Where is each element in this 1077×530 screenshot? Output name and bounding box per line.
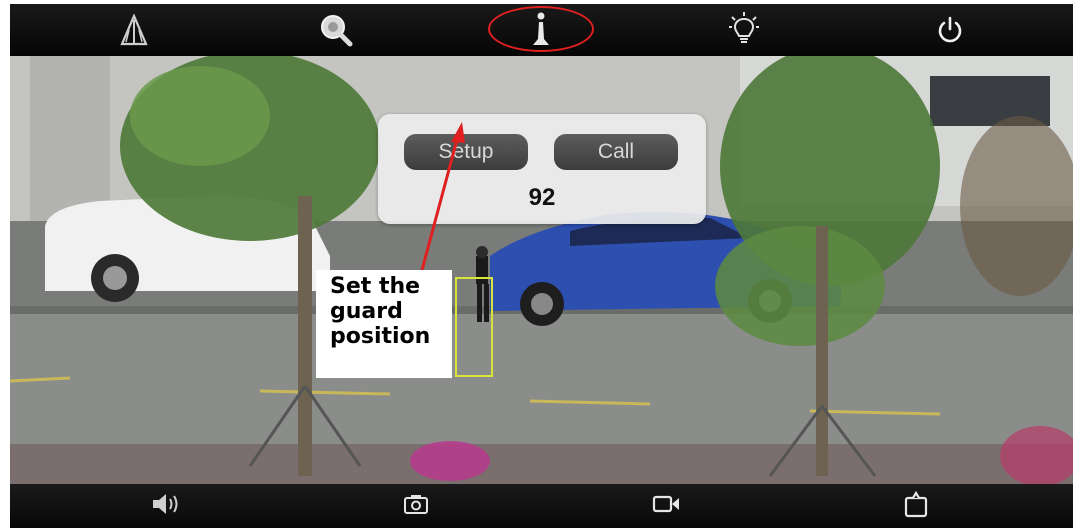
camera-live-view: Setup Call 92 Set the guard position bbox=[10, 4, 1073, 528]
power-icon bbox=[937, 16, 963, 44]
camera-snapshot-icon bbox=[403, 493, 429, 519]
speaker-icon bbox=[151, 492, 181, 520]
bottom-toolbar bbox=[10, 484, 1073, 528]
callout-line-2: guard bbox=[330, 299, 403, 324]
top-toolbar bbox=[10, 4, 1073, 56]
snapshot-button[interactable] bbox=[386, 486, 446, 526]
highlight-ring bbox=[488, 6, 594, 52]
zoom-button[interactable] bbox=[306, 8, 366, 52]
share-button[interactable] bbox=[886, 486, 946, 526]
annotation-callout: Set the guard position bbox=[316, 270, 452, 378]
zoom-icon bbox=[319, 13, 353, 47]
power-button[interactable] bbox=[920, 8, 980, 52]
light-button[interactable] bbox=[714, 8, 774, 52]
video-feed: Setup Call 92 Set the guard position bbox=[10, 56, 1073, 484]
speaker-button[interactable] bbox=[136, 486, 196, 526]
callout-line-3: position bbox=[330, 324, 431, 349]
share-icon bbox=[904, 490, 928, 522]
light-bulb-icon bbox=[729, 12, 759, 48]
video-record-icon bbox=[652, 494, 680, 518]
annotation-arrow bbox=[420, 122, 465, 271]
callout-line-1: Set the bbox=[330, 274, 421, 299]
road-icon bbox=[118, 14, 150, 46]
record-button[interactable] bbox=[636, 486, 696, 526]
road-button[interactable] bbox=[104, 8, 164, 52]
